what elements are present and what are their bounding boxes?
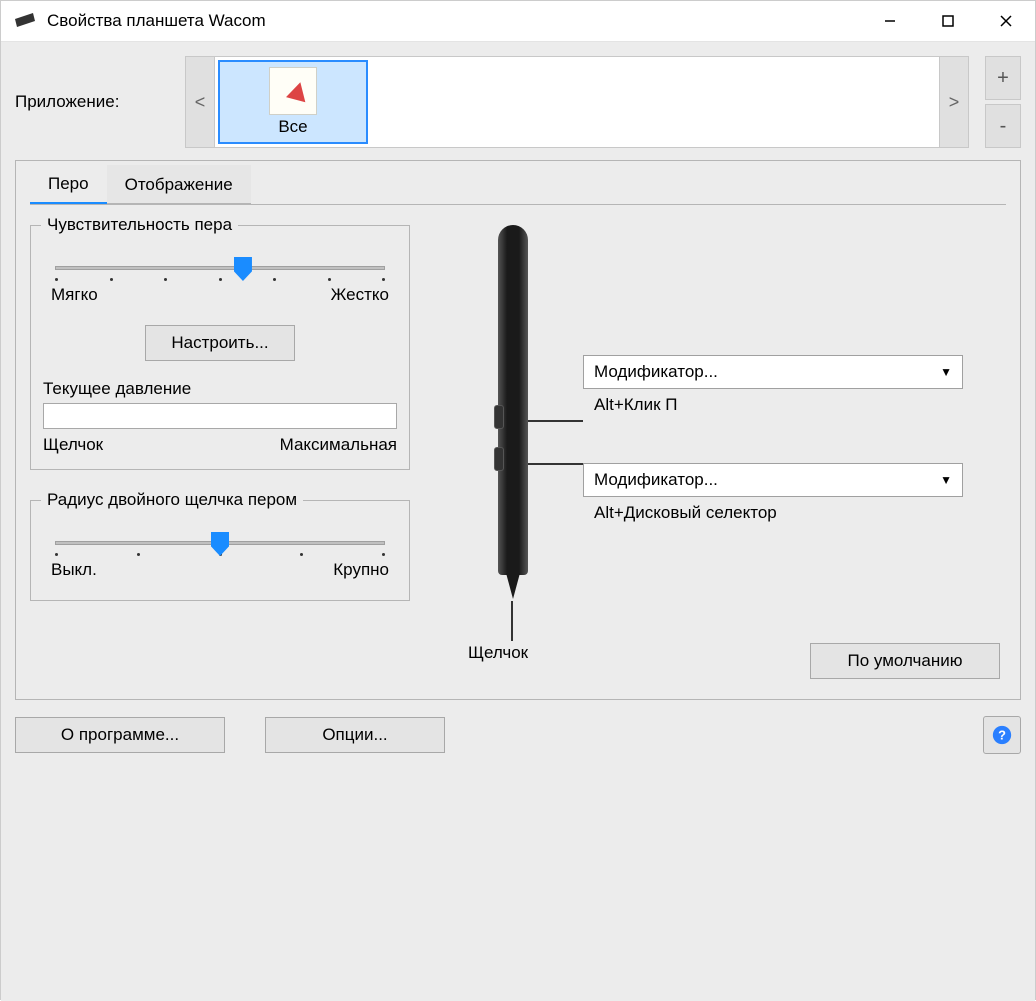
options-button[interactable]: Опции... (265, 717, 445, 753)
double-click-large-label: Крупно (333, 560, 389, 580)
lower-button-value: Модификатор... (594, 470, 718, 490)
tab-content-pen: Чувствительность пера Мягко Жестко (30, 205, 1006, 631)
right-column: Щелчок Модификатор... ▼ Alt+Клик П Модиф… (418, 225, 1006, 631)
application-strip: < Все > (185, 56, 969, 148)
tab-mapping[interactable]: Отображение (107, 165, 251, 204)
left-column: Чувствительность пера Мягко Жестко (30, 225, 410, 631)
chevron-down-icon: ▼ (940, 365, 952, 379)
titlebar: Свойства планшета Wacom (1, 1, 1035, 41)
pen-illustration (498, 225, 528, 575)
pen-tip-icon (506, 573, 520, 599)
help-button[interactable]: ? (983, 716, 1021, 754)
group-tip-feel-label: Чувствительность пера (41, 215, 238, 235)
svg-text:?: ? (998, 728, 1006, 743)
wacom-properties-window: Свойства планшета Wacom Приложение: < Вс… (0, 0, 1036, 1000)
application-item-all[interactable]: Все (218, 60, 368, 144)
lower-connector-h (528, 463, 583, 465)
client-area: Приложение: < Все > + - Перо Отображение (1, 41, 1035, 1001)
lower-button-dropdown[interactable]: Модификатор... ▼ (583, 463, 963, 497)
about-button[interactable]: О программе... (15, 717, 225, 753)
customize-button[interactable]: Настроить... (145, 325, 295, 361)
tip-feel-soft-label: Мягко (51, 285, 98, 305)
pen-tip-connector (511, 601, 513, 641)
close-button[interactable] (977, 1, 1035, 41)
application-list: Все (215, 56, 939, 148)
double-click-track (55, 541, 385, 545)
app-scroll-left-button[interactable]: < (185, 56, 215, 148)
add-application-button[interactable]: + (985, 56, 1021, 100)
application-label: Приложение: (15, 92, 175, 112)
application-add-remove: + - (985, 56, 1021, 148)
pen-tip-label: Щелчок (468, 643, 528, 663)
tablet-icon (13, 9, 37, 33)
double-click-off-label: Выкл. (51, 560, 97, 580)
upper-connector-h (528, 420, 583, 422)
group-double-click: Радиус двойного щелчка пером Выкл. Крупн… (30, 500, 410, 601)
all-apps-icon (269, 67, 317, 115)
default-button[interactable]: По умолчанию (810, 643, 1000, 679)
upper-button-sub: Alt+Клик П (594, 395, 677, 415)
tip-feel-track (55, 266, 385, 270)
upper-button-dropdown[interactable]: Модификатор... ▼ (583, 355, 963, 389)
pen-upper-button-icon (494, 405, 504, 429)
help-icon: ? (991, 724, 1013, 746)
double-click-slider[interactable]: Выкл. Крупно (43, 517, 397, 586)
pressure-click-label: Щелчок (43, 435, 103, 455)
app-scroll-right-button[interactable]: > (939, 56, 969, 148)
minimize-button[interactable] (861, 1, 919, 41)
application-item-label: Все (278, 117, 307, 137)
current-pressure-bar (43, 403, 397, 429)
lower-button-sub: Alt+Дисковый селектор (594, 503, 777, 523)
settings-panel: Перо Отображение Чувствительность пера (15, 160, 1021, 700)
current-pressure-label: Текущее давление (43, 379, 397, 399)
maximize-button[interactable] (919, 1, 977, 41)
group-double-click-label: Радиус двойного щелчка пером (41, 490, 303, 510)
tab-pen[interactable]: Перо (30, 164, 107, 204)
tab-bar: Перо Отображение (30, 161, 1006, 205)
upper-button-value: Модификатор... (594, 362, 718, 382)
tip-feel-firm-label: Жестко (331, 285, 389, 305)
application-row: Приложение: < Все > + - (15, 56, 1021, 148)
window-title: Свойства планшета Wacom (47, 11, 861, 31)
remove-application-button[interactable]: - (985, 104, 1021, 148)
pen-lower-button-icon (494, 447, 504, 471)
group-tip-feel: Чувствительность пера Мягко Жестко (30, 225, 410, 470)
tip-feel-slider[interactable]: Мягко Жестко (43, 242, 397, 311)
chevron-down-icon: ▼ (940, 473, 952, 487)
pressure-max-label: Максимальная (280, 435, 397, 455)
bottom-bar: О программе... Опции... ? (15, 716, 1021, 754)
